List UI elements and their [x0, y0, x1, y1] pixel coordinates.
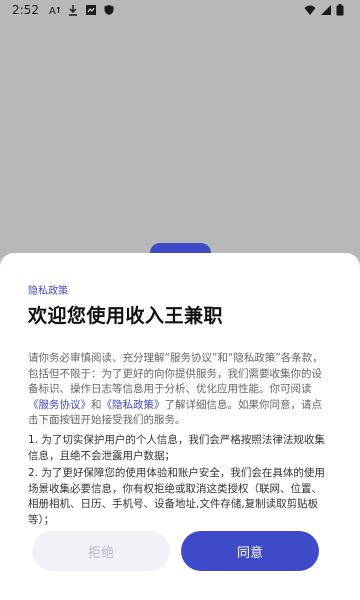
list-item: 1. 为了切实保护用户的个人信息，我们会严格按照法律法规收集信息，且绝不会泄露用…: [28, 434, 325, 462]
sheet-title: 欢迎您使用收入王兼职: [28, 305, 224, 327]
status-left: 2:52 A: [12, 3, 115, 17]
intro-text-1: 请你务必审慎阅读、充分理解“服务协议”和“隐私政策”各条款，包括但不限于：为了更…: [28, 352, 323, 395]
sheet-tag: 隐私政策: [28, 286, 68, 297]
status-time: 2:52: [12, 3, 39, 17]
privacy-bottom-sheet: 隐私政策 欢迎您使用收入王兼职 请你务必审慎阅读、充分理解“服务协议”和“隐私政…: [0, 253, 360, 600]
list-item: 2. 为了更好保障您的使用体验和账户安全，我们会在具体的使用场景收集必要信息，你…: [28, 467, 325, 526]
status-right: [304, 4, 348, 16]
privacy-policy-link[interactable]: 《隐私政策》: [102, 399, 165, 411]
image-notification-icon: [85, 4, 97, 16]
shield-icon: [103, 4, 115, 16]
status-bar: 2:52 A: [0, 0, 360, 20]
sheet-terms-list: 1. 为了切实保护用户的个人信息，我们会严格按照法律法规收集信息，且绝不会泄露用…: [28, 433, 330, 530]
service-agreement-link[interactable]: 《服务协议》: [28, 399, 91, 411]
wifi-icon: [304, 4, 316, 16]
sheet-intro: 请你务必审慎阅读、充分理解“服务协议”和“隐私政策”各条款，包括但不限于：为了更…: [28, 351, 330, 429]
screen: 2:52 A 隐私政策 欢迎您使用收入王兼职 请你务必审慎阅读、充分理解“服务协…: [0, 0, 360, 600]
signal-icon: [320, 4, 332, 16]
reject-button[interactable]: 拒绝: [32, 531, 170, 571]
intro-and: 和: [91, 398, 102, 411]
svg-text:A: A: [49, 6, 56, 16]
battery-icon: [336, 4, 348, 16]
navigation-bar: [0, 586, 360, 600]
download-icon: [67, 4, 79, 16]
agree-button[interactable]: 同意: [181, 531, 319, 571]
translate-icon: A: [49, 4, 61, 16]
